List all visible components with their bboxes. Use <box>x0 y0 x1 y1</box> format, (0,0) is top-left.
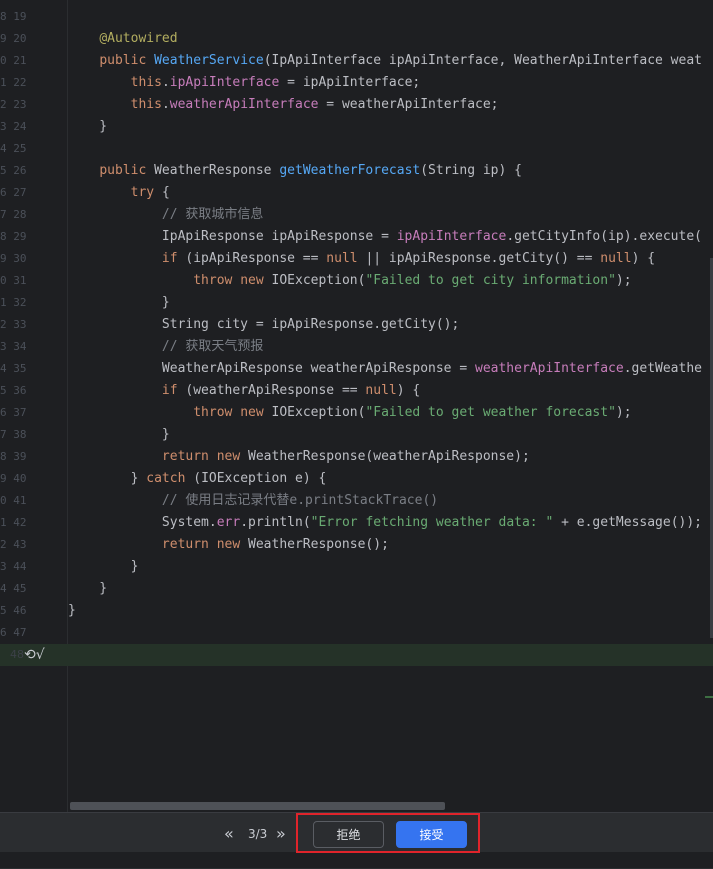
code-line[interactable]: 2 23 this.weatherApiInterface = weatherA… <box>0 94 713 116</box>
code-line[interactable]: 5 36 if (weatherApiResponse == null) { <box>0 380 713 402</box>
code-line[interactable]: 4 25 <box>0 138 713 160</box>
line-number: 1 32 <box>0 296 27 309</box>
code-text: if (ipApiResponse == null || ipApiRespon… <box>161 251 656 266</box>
line-number: 6 27 <box>0 186 27 199</box>
line-number: 1 42 <box>0 516 27 529</box>
line-number: 1 22 <box>0 76 27 89</box>
line-number: 2 23 <box>0 98 27 111</box>
code-line[interactable]: 0 31 throw new IOException("Failed to ge… <box>0 270 713 292</box>
code-text: } <box>68 119 108 134</box>
line-number: 8 19 <box>0 10 27 23</box>
line-number: 4 45 <box>0 582 27 595</box>
code-line[interactable]: 1 32 } <box>0 292 713 314</box>
line-number: 4 35 <box>0 362 27 375</box>
code-line[interactable]: 9 30 if (ipApiResponse == null || ipApiR… <box>0 248 713 270</box>
code-text: IpApiResponse ipApiResponse = ipApiInter… <box>68 229 702 244</box>
code-line[interactable]: 3 34 // 获取天气预报 <box>0 336 713 358</box>
line-number: 6 47 <box>0 626 27 639</box>
code-line[interactable]: 8 29 IpApiResponse ipApiResponse = ipApi… <box>0 226 713 248</box>
code-line[interactable]: 8 19 <box>0 6 713 28</box>
line-number: 7 28 <box>0 208 27 221</box>
code-line[interactable]: 6 27 try { <box>0 182 713 204</box>
line-number: 3 44 <box>0 560 27 573</box>
code-text: } <box>68 427 170 442</box>
code-line[interactable]: 3 24 } <box>0 116 713 138</box>
code-text: // 使用日志记录代替e.printStackTrace() <box>161 493 439 508</box>
line-number: 8 39 <box>0 450 27 463</box>
diff-gutter-actions[interactable]: 48 ⟲√ <box>10 644 45 666</box>
accept-button[interactable]: 接受 <box>396 821 467 848</box>
change-counter: 3/3 <box>248 827 268 841</box>
code-line[interactable]: 0 21 public WeatherService(IpApiInterfac… <box>0 50 713 72</box>
code-line[interactable]: 2 43 return new WeatherResponse(); <box>0 534 713 556</box>
line-number: 9 40 <box>0 472 27 485</box>
code-text: // 获取天气预报 <box>161 339 264 354</box>
code-line[interactable]: 1 42 System.err.println("Error fetching … <box>0 512 713 534</box>
code-text: } <box>68 559 139 574</box>
code-text: if (weatherApiResponse == null) { <box>161 383 421 398</box>
line-number: 3 24 <box>0 120 27 133</box>
code-text: this.weatherApiInterface = weatherApiInt… <box>130 97 499 112</box>
code-text: } <box>68 603 76 618</box>
line-number: 9 20 <box>0 32 27 45</box>
code-text: WeatherApiResponse weatherApiResponse = … <box>68 361 702 376</box>
line-number: 8 29 <box>0 230 27 243</box>
code-text: return new WeatherResponse(); <box>161 537 389 552</box>
code-line[interactable]: 5 46} <box>0 600 713 622</box>
code-text: System.err.println("Error fetching weath… <box>68 515 703 530</box>
line-number: 9 30 <box>0 252 27 265</box>
status-strip <box>0 852 713 868</box>
code-line[interactable]: 5 26 public WeatherResponse getWeatherFo… <box>0 160 713 182</box>
line-number: 5 26 <box>0 164 27 177</box>
code-line[interactable]: 7 28 // 获取城市信息 <box>0 204 713 226</box>
diff-added-line <box>0 644 713 666</box>
line-number: 2 43 <box>0 538 27 551</box>
previous-change-icon[interactable]: « <box>224 823 234 845</box>
code-line[interactable]: 0 41 // 使用日志记录代替e.printStackTrace() <box>0 490 713 512</box>
code-text: String city = ipApiResponse.getCity(); <box>68 317 460 332</box>
line-number: 5 46 <box>0 604 27 617</box>
code-text: public WeatherResponse getWeatherForecas… <box>99 163 522 178</box>
next-change-icon[interactable]: » <box>276 823 286 845</box>
change-marker <box>705 696 713 698</box>
code-line[interactable]: 1 22 this.ipApiInterface = ipApiInterfac… <box>0 72 713 94</box>
line-number: 7 38 <box>0 428 27 441</box>
code-text: } <box>68 581 108 596</box>
code-line[interactable]: 2 33 String city = ipApiResponse.getCity… <box>0 314 713 336</box>
code-line[interactable]: 6 47 <box>0 622 713 644</box>
code-text: } <box>68 295 170 310</box>
code-text: throw new IOException("Failed to get wea… <box>193 405 632 420</box>
line-number: 0 41 <box>0 494 27 507</box>
code-text: } catch (IOException e) { <box>68 471 327 486</box>
line-number: 2 33 <box>0 318 27 331</box>
code-line[interactable]: 9 20 @Autowired <box>0 28 713 50</box>
code-text: @Autowired <box>99 31 178 46</box>
code-line[interactable]: 4 45 } <box>0 578 713 600</box>
diff-line-number: 48 <box>10 648 24 661</box>
line-number: 0 31 <box>0 274 27 287</box>
reject-button[interactable]: 拒绝 <box>313 821 384 848</box>
line-number: 3 34 <box>0 340 27 353</box>
code-line[interactable]: 9 40 } catch (IOException e) { <box>0 468 713 490</box>
revert-accept-icon[interactable]: ⟲√ <box>24 647 45 663</box>
line-number: 4 25 <box>0 142 27 155</box>
line-number: 5 36 <box>0 384 27 397</box>
code-line[interactable]: 7 38 } <box>0 424 713 446</box>
code-line[interactable]: 4 35 WeatherApiResponse weatherApiRespon… <box>0 358 713 380</box>
code-line[interactable]: 3 44 } <box>0 556 713 578</box>
line-number: 0 21 <box>0 54 27 67</box>
code-line[interactable]: 8 39 return new WeatherResponse(weatherA… <box>0 446 713 468</box>
code-text: try { <box>130 185 170 200</box>
code-text: // 获取城市信息 <box>161 207 264 222</box>
code-text: public WeatherService(IpApiInterface ipA… <box>99 53 702 68</box>
line-number: 6 37 <box>0 406 27 419</box>
horizontal-scrollbar[interactable] <box>70 802 445 810</box>
code-line[interactable]: 6 37 throw new IOException("Failed to ge… <box>0 402 713 424</box>
code-editor[interactable]: 8 19 9 20 @Autowired 0 21 public WeatherSe… <box>0 0 713 812</box>
code-text: return new WeatherResponse(weatherApiRes… <box>161 449 530 464</box>
code-text: this.ipApiInterface = ipApiInterface; <box>130 75 421 90</box>
code-text: throw new IOException("Failed to get cit… <box>193 273 632 288</box>
